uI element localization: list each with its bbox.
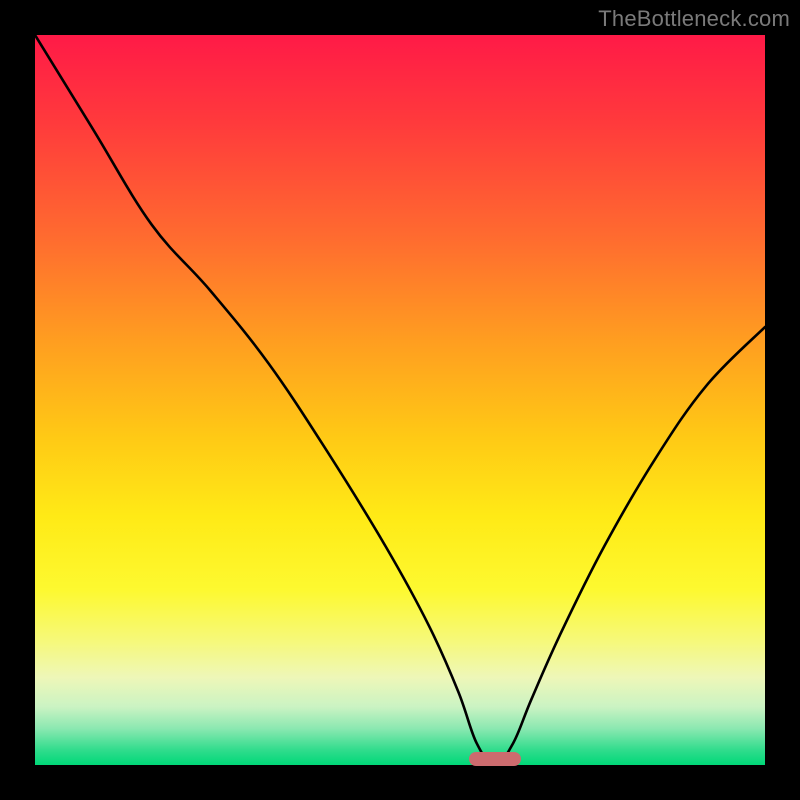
watermark-text: TheBottleneck.com — [598, 6, 790, 32]
bottleneck-curve — [35, 35, 765, 765]
optimal-marker — [469, 752, 521, 766]
chart-frame: TheBottleneck.com — [0, 0, 800, 800]
plot-area — [35, 35, 765, 765]
